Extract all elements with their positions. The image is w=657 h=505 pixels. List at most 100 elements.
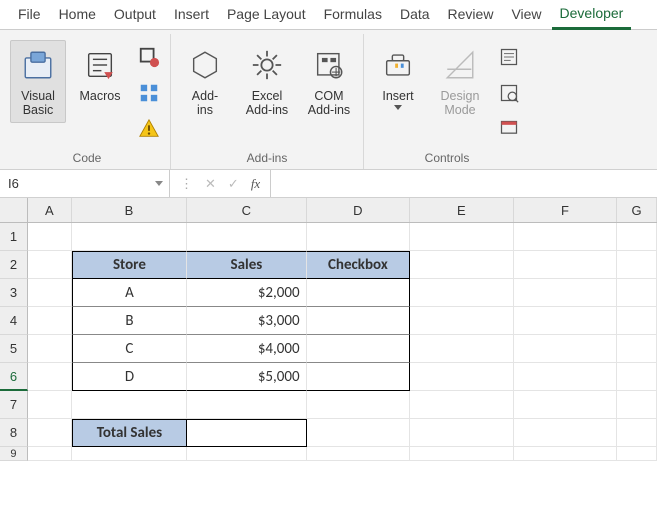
cell[interactable] xyxy=(307,391,411,419)
cell[interactable] xyxy=(72,223,187,251)
cell[interactable] xyxy=(72,391,187,419)
row-header-8[interactable]: 8 xyxy=(0,419,28,447)
relative-references-button[interactable] xyxy=(134,78,164,108)
macros-button[interactable]: Macros xyxy=(72,40,128,108)
cell[interactable] xyxy=(514,363,618,391)
cell[interactable] xyxy=(72,447,187,461)
row-header-6[interactable]: 6 xyxy=(0,363,28,391)
tab-formulas[interactable]: Formulas xyxy=(316,1,390,28)
cell[interactable] xyxy=(28,307,72,335)
name-box[interactable]: I6 xyxy=(0,170,170,197)
tab-file[interactable]: File xyxy=(10,1,49,28)
tab-output[interactable]: Output xyxy=(106,1,164,28)
cell[interactable] xyxy=(514,279,618,307)
cell[interactable] xyxy=(617,363,657,391)
col-header-C[interactable]: C xyxy=(187,198,306,222)
cell[interactable]: $2,000 xyxy=(187,279,306,307)
cell[interactable] xyxy=(410,335,514,363)
row-header-7[interactable]: 7 xyxy=(0,391,28,419)
tab-view[interactable]: View xyxy=(503,1,549,28)
insert-control-button[interactable]: Insert xyxy=(370,40,426,115)
visual-basic-button[interactable]: VisualBasic xyxy=(10,40,66,123)
cell-total-label[interactable]: Total Sales xyxy=(72,419,187,447)
cell[interactable]: $4,000 xyxy=(187,335,306,363)
cell[interactable] xyxy=(514,335,618,363)
cell[interactable] xyxy=(617,223,657,251)
col-header-D[interactable]: D xyxy=(307,198,411,222)
cell[interactable] xyxy=(410,307,514,335)
col-header-B[interactable]: B xyxy=(72,198,187,222)
cell[interactable] xyxy=(514,251,618,279)
cell[interactable] xyxy=(617,419,657,447)
cell[interactable] xyxy=(307,223,411,251)
com-addins-button[interactable]: COMAdd-ins xyxy=(301,40,357,123)
cell[interactable] xyxy=(410,447,514,461)
cell-checkbox-header[interactable]: Checkbox xyxy=(307,251,411,279)
cell[interactable] xyxy=(410,251,514,279)
view-code-button[interactable] xyxy=(494,78,524,108)
enter-icon[interactable]: ✓ xyxy=(228,176,239,192)
macro-security-button[interactable] xyxy=(134,114,164,144)
tab-home[interactable]: Home xyxy=(51,1,104,28)
col-header-A[interactable]: A xyxy=(28,198,72,222)
col-header-F[interactable]: F xyxy=(514,198,618,222)
cell[interactable] xyxy=(514,419,618,447)
cell[interactable] xyxy=(617,447,657,461)
cell[interactable] xyxy=(410,363,514,391)
tab-review[interactable]: Review xyxy=(440,1,502,28)
cell[interactable] xyxy=(410,279,514,307)
cell-total-value[interactable] xyxy=(187,419,306,447)
fx-icon[interactable]: fx xyxy=(251,176,260,192)
cell[interactable] xyxy=(410,419,514,447)
excel-addins-button[interactable]: ExcelAdd-ins xyxy=(239,40,295,123)
cell[interactable]: $5,000 xyxy=(187,363,306,391)
cell[interactable] xyxy=(617,279,657,307)
tab-data[interactable]: Data xyxy=(392,1,438,28)
formula-input[interactable] xyxy=(271,170,657,197)
cell[interactable] xyxy=(187,391,306,419)
cell[interactable] xyxy=(617,307,657,335)
cell[interactable] xyxy=(187,223,306,251)
cell[interactable]: $3,000 xyxy=(187,307,306,335)
cell[interactable] xyxy=(307,335,411,363)
cell[interactable]: D xyxy=(72,363,187,391)
cell[interactable] xyxy=(307,279,411,307)
cell[interactable] xyxy=(617,391,657,419)
design-mode-button[interactable]: DesignMode xyxy=(432,40,488,123)
cell[interactable]: C xyxy=(72,335,187,363)
cell[interactable] xyxy=(28,335,72,363)
cell[interactable] xyxy=(617,335,657,363)
cell[interactable] xyxy=(28,391,72,419)
cell[interactable] xyxy=(28,419,72,447)
row-header-9[interactable]: 9 xyxy=(0,447,28,461)
cell-sales-header[interactable]: Sales xyxy=(187,251,306,279)
cell[interactable] xyxy=(410,391,514,419)
cell-store-header[interactable]: Store xyxy=(72,251,187,279)
cell[interactable] xyxy=(514,307,618,335)
cell[interactable] xyxy=(307,447,411,461)
cell[interactable] xyxy=(28,447,72,461)
row-header-4[interactable]: 4 xyxy=(0,307,28,335)
col-header-G[interactable]: G xyxy=(617,198,657,222)
cell[interactable] xyxy=(410,223,514,251)
cell[interactable] xyxy=(514,223,618,251)
cell[interactable] xyxy=(28,251,72,279)
cell[interactable] xyxy=(307,307,411,335)
cell[interactable]: B xyxy=(72,307,187,335)
col-header-E[interactable]: E xyxy=(410,198,514,222)
cell[interactable] xyxy=(307,363,411,391)
cancel-icon[interactable]: ✕ xyxy=(205,176,216,192)
row-header-3[interactable]: 3 xyxy=(0,279,28,307)
record-macro-button[interactable] xyxy=(134,42,164,72)
cell[interactable] xyxy=(617,251,657,279)
cell[interactable] xyxy=(28,363,72,391)
cell[interactable] xyxy=(28,279,72,307)
run-dialog-button[interactable] xyxy=(494,114,524,144)
cell[interactable] xyxy=(28,223,72,251)
row-header-2[interactable]: 2 xyxy=(0,251,28,279)
cell[interactable] xyxy=(307,419,411,447)
row-header-1[interactable]: 1 xyxy=(0,223,28,251)
addins-button[interactable]: Add-ins xyxy=(177,40,233,123)
cell[interactable]: A xyxy=(72,279,187,307)
tab-page-layout[interactable]: Page Layout xyxy=(219,1,314,28)
